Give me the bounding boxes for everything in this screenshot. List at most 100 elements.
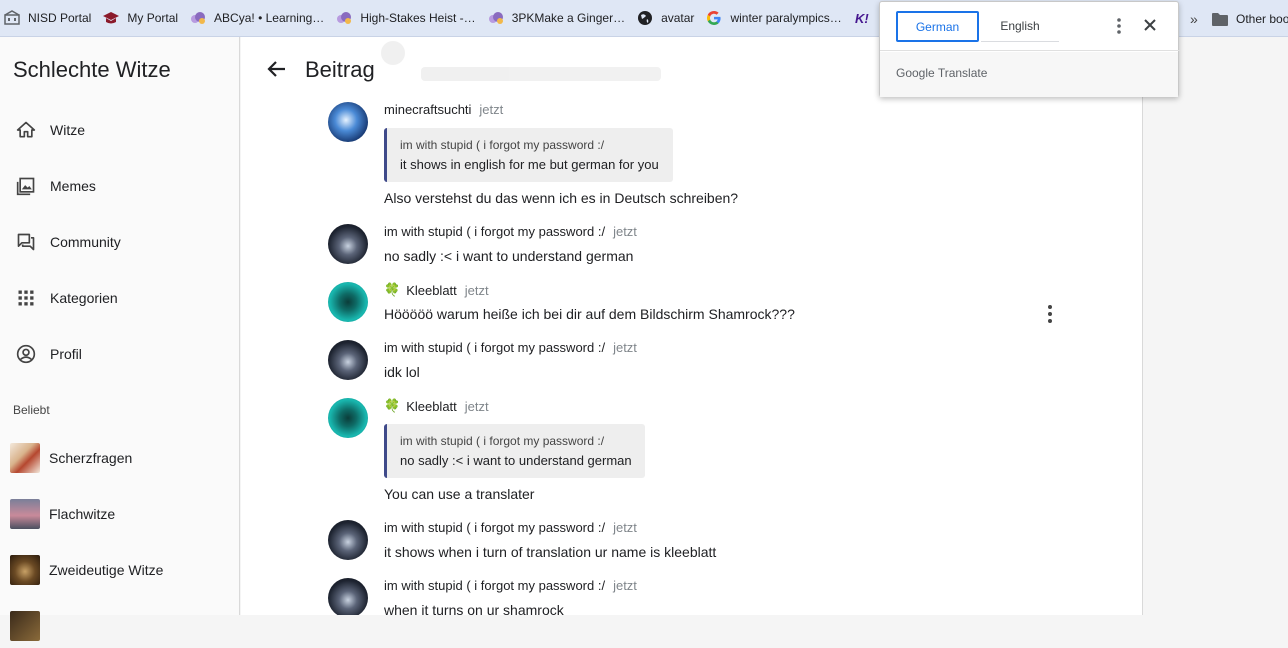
- bookmark-label: ABCya! • Learning…: [214, 11, 325, 25]
- favorite-scherzfragen[interactable]: Scherzfragen: [0, 436, 240, 480]
- more-vert-icon[interactable]: [1111, 15, 1127, 37]
- image-icon: [16, 176, 36, 196]
- message-author[interactable]: Kleeblatt: [406, 283, 457, 298]
- google-translate-logo: Google Translate: [896, 66, 987, 80]
- quote-author: im with stupid ( i forgot my password :/: [400, 138, 605, 152]
- more-options-icon[interactable]: [1043, 302, 1057, 326]
- message-time: jetzt: [613, 578, 637, 593]
- globe-icon: [637, 10, 653, 26]
- section-label-beliebt: Beliebt: [13, 403, 50, 417]
- avatar[interactable]: [328, 102, 368, 142]
- translate-popup: German English Google Translate: [879, 1, 1180, 97]
- quote-author: im with stupid ( i forgot my password :/: [400, 434, 605, 448]
- bookmark-label: avatar: [661, 11, 695, 25]
- avatar[interactable]: [328, 520, 368, 560]
- message-quote[interactable]: im with stupid ( i forgot my password :/…: [384, 424, 645, 478]
- message-header: im with stupid ( i forgot my password :/…: [384, 224, 637, 239]
- avatar[interactable]: [328, 224, 368, 264]
- message-header: 🍀 Kleeblatt jetzt: [384, 282, 489, 298]
- message-text: Also verstehst du das wenn ich es in Deu…: [384, 190, 739, 206]
- avatar[interactable]: [328, 282, 368, 322]
- bookmark-gingerbread[interactable]: 3PKMake a Ginger…: [484, 0, 633, 36]
- category-thumbnail: [10, 443, 40, 473]
- cloud-icon: [336, 10, 352, 26]
- message-author[interactable]: minecraftsuchti: [384, 102, 471, 117]
- grad-cap-icon: [103, 10, 120, 26]
- avatar[interactable]: [328, 340, 368, 380]
- bookmark-label: High-Stakes Heist -…: [360, 11, 476, 25]
- other-bookmarks[interactable]: Other boo: [1212, 0, 1288, 37]
- google-icon: [706, 10, 722, 26]
- grid-icon: [16, 288, 36, 308]
- tab-target-language[interactable]: English: [981, 11, 1059, 42]
- bookmark-label: 3PKMake a Ginger…: [511, 11, 626, 25]
- message-time: jetzt: [613, 340, 637, 355]
- nav-item-witze[interactable]: Witze: [0, 110, 240, 150]
- message-text: when it turns on ur shamrock: [384, 602, 564, 615]
- nav-item-community[interactable]: Community: [0, 222, 240, 262]
- favorite-label: Scherzfragen: [49, 450, 133, 466]
- message-time: jetzt: [613, 224, 637, 239]
- home-icon: [16, 120, 36, 140]
- k-logo-icon: K!: [854, 10, 869, 26]
- translate-footer: Google Translate: [880, 52, 1178, 97]
- translate-language-tabs: German English: [880, 2, 1180, 51]
- building-icon: [4, 10, 20, 26]
- message-quote[interactable]: im with stupid ( i forgot my password :/…: [384, 128, 673, 182]
- bookmark-abcya[interactable]: ABCya! • Learning…: [186, 0, 332, 36]
- bookmark-label: My Portal: [127, 11, 179, 25]
- category-thumbnail: [10, 555, 40, 585]
- category-thumbnail: [10, 499, 40, 529]
- quote-text: it shows in english for me but german fo…: [400, 157, 659, 172]
- folder-icon: [1212, 12, 1228, 26]
- message-text: it shows when i turn of translation ur n…: [384, 544, 717, 560]
- message-text: no sadly :< i want to understand german: [384, 248, 634, 264]
- message-author[interactable]: im with stupid ( i forgot my password :/: [384, 578, 605, 593]
- bookmark-high-stakes-heist[interactable]: High-Stakes Heist -…: [332, 0, 483, 36]
- avatar[interactable]: [328, 578, 368, 615]
- message-author[interactable]: im with stupid ( i forgot my password :/: [384, 520, 605, 535]
- tab-source-language[interactable]: German: [896, 11, 979, 42]
- bookmark-nisd-portal[interactable]: NISD Portal: [0, 0, 99, 36]
- favorite-label: Zweideutige Witze: [49, 562, 164, 578]
- close-icon[interactable]: [1141, 16, 1159, 34]
- cloud-icon: [190, 10, 206, 26]
- message-header: im with stupid ( i forgot my password :/…: [384, 340, 637, 355]
- app-title: Schlechte Witze: [13, 57, 171, 82]
- message-author[interactable]: im with stupid ( i forgot my password :/: [384, 340, 605, 355]
- avatar[interactable]: [328, 398, 368, 438]
- nav-label: Profil: [50, 346, 82, 362]
- message-time: jetzt: [464, 398, 489, 414]
- nav-item-memes[interactable]: Memes: [0, 166, 240, 206]
- favorite-zweideutige-witze[interactable]: Zweideutige Witze: [0, 548, 240, 592]
- post-view: Beitrag minecraftsuchti jetzt im with st…: [241, 37, 1143, 615]
- page-title: Beitrag: [305, 57, 375, 82]
- category-thumbnail: [10, 611, 40, 641]
- message-author[interactable]: Kleeblatt: [406, 399, 457, 414]
- faded-previous-message: [381, 37, 681, 93]
- bookmark-my-portal[interactable]: My Portal: [99, 0, 186, 36]
- favorite-flachwitze[interactable]: Flachwitze: [0, 492, 240, 536]
- account-icon: [16, 344, 36, 364]
- message-time: jetzt: [479, 102, 504, 117]
- sidebar: Schlechte Witze Witze Memes Community Ka…: [0, 37, 240, 641]
- bookmark-avatar[interactable]: avatar: [633, 0, 702, 36]
- message-author[interactable]: im with stupid ( i forgot my password :/: [384, 224, 605, 239]
- bookmark-winter-paralympics[interactable]: winter paralympics…: [702, 0, 849, 36]
- nav-item-profil[interactable]: Profil: [0, 334, 240, 374]
- message-text: idk lol: [384, 364, 420, 380]
- favorite-more[interactable]: [0, 604, 240, 648]
- back-arrow-icon[interactable]: [265, 57, 289, 81]
- favorite-label: Flachwitze: [49, 506, 116, 522]
- message-time: jetzt: [613, 520, 637, 535]
- clover-icon: 🍀: [384, 282, 401, 297]
- more-bookmarks-chevron-icon[interactable]: »: [1190, 0, 1198, 37]
- message-text: Hööööö warum heiße ich bei dir auf dem B…: [384, 306, 795, 322]
- clover-icon: 🍀: [384, 398, 401, 413]
- nav-item-kategorien[interactable]: Kategorien: [0, 278, 240, 318]
- message-time: jetzt: [464, 282, 489, 298]
- nav-label: Witze: [50, 122, 85, 138]
- bookmark-label: NISD Portal: [28, 11, 92, 25]
- nav-label: Memes: [50, 178, 96, 194]
- nav-label: Community: [50, 234, 121, 250]
